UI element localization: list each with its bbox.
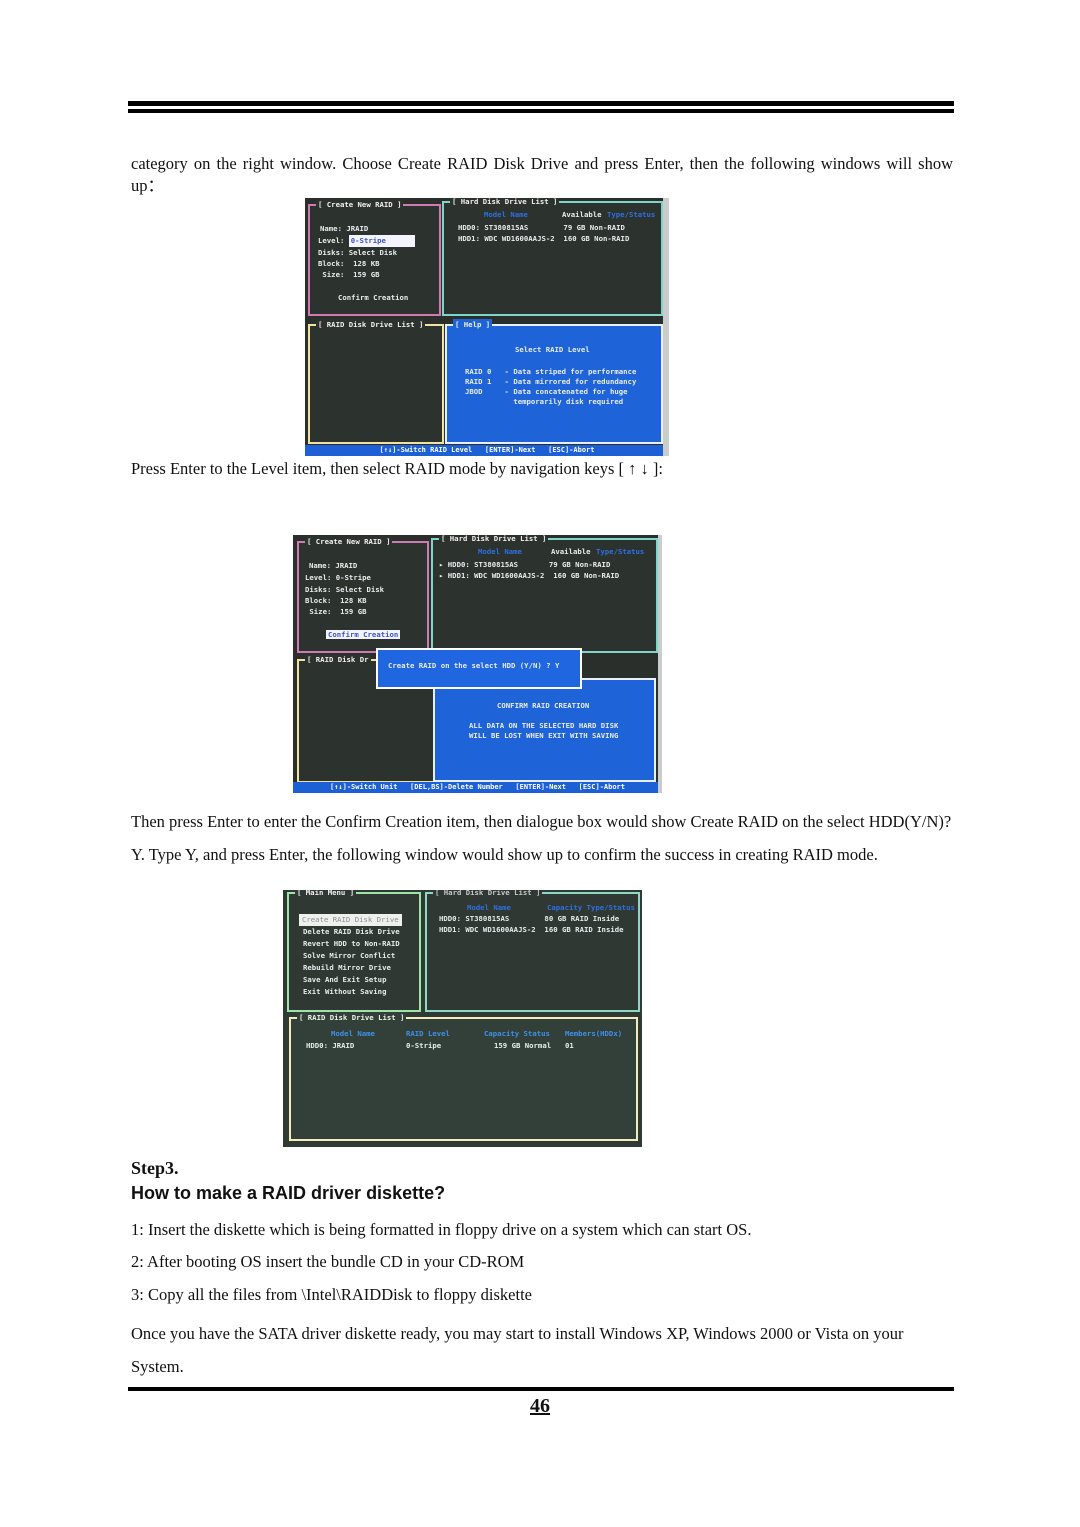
panel-title: [ RAID Disk Dr (305, 654, 371, 666)
hdd-row: HDD1: WDC WD1600AAJS-2 160 GB Non-RAID (458, 234, 630, 243)
panel-title: [ RAID Disk Drive List ] (297, 1012, 407, 1024)
field-size: Size: 159 GB (318, 270, 380, 279)
caption-level-select: Press Enter to the Level item, then sele… (131, 459, 663, 478)
dialog-prompt[interactable]: Create RAID on the select HDD (Y/N) ? Y (388, 660, 559, 672)
menu-item-delete-raid[interactable]: Delete RAID Disk Drive (303, 926, 400, 938)
monitor-bezel (663, 198, 669, 456)
caption-confirm-creation: Then press Enter to enter the Confirm Cr… (131, 812, 952, 864)
closing-paragraph: Once you have the SATA driver diskette r… (131, 1324, 904, 1376)
panel-title: [ Main Menu ] (295, 890, 357, 899)
menu-item-create-raid[interactable]: Create RAID Disk Drive (299, 914, 402, 926)
main-menu-panel: [ Main Menu ] Create RAID Disk Drive Del… (287, 890, 421, 1012)
menu-item-revert-hdd[interactable]: Revert HDD to Non-RAID (303, 938, 400, 950)
raid-row-name: HDD0: JRAID (306, 1041, 355, 1050)
monitor-bezel (658, 535, 662, 793)
field-level-label: Level: (318, 236, 345, 245)
field-block: Block: 128 KB (305, 596, 367, 605)
create-new-raid-panel: [ Create New RAID ] Name: JRAID Level: 0… (308, 199, 441, 316)
field-level-value[interactable]: 0-Stripe (348, 235, 415, 247)
hard-disk-drive-list-panel: [ Hard Disk Drive List ] Model Name Avai… (442, 198, 663, 316)
footer-rule (128, 1387, 954, 1391)
panel-title: [ Help ] (453, 319, 493, 331)
raid-row-capacity-status: 159 GB Normal (494, 1041, 552, 1050)
intro-paragraph: category on the right window. Choose Cre… (131, 154, 953, 195)
confirm-creation-item[interactable]: Confirm Creation (338, 292, 408, 304)
bios-screenshot-raid-created: [ Main Menu ] Create RAID Disk Drive Del… (283, 890, 642, 1147)
hard-disk-drive-list-panel: [ Hard Disk Drive List ] Model Name Avai… (431, 535, 658, 653)
step-item: 2: After booting OS insert the bundle CD… (131, 1252, 525, 1271)
menu-item-exit-no-save[interactable]: Exit Without Saving (303, 986, 386, 998)
col-type-status: Type/Status (607, 210, 656, 219)
menu-item-save-exit[interactable]: Save And Exit Setup (303, 974, 386, 986)
field-size: Size: 159 GB (305, 607, 367, 616)
help-heading: Select RAID Level (515, 345, 590, 354)
menu-item-solve-mirror[interactable]: Solve Mirror Conflict (303, 950, 395, 962)
col-model-name: Model Name (331, 1029, 375, 1038)
warning-panel: CONFIRM RAID CREATION ALL DATA ON THE SE… (433, 678, 656, 782)
panel-title: [ Create New RAID ] (316, 199, 404, 211)
col-available: Available (551, 547, 591, 556)
confirm-dialog: Create RAID on the select HDD (Y/N) ? Y (376, 648, 582, 689)
confirm-creation-item[interactable]: Confirm Creation (326, 630, 401, 639)
col-capacity-status: Capacity Status (484, 1029, 550, 1038)
raid-row-members: 01 (565, 1041, 574, 1050)
raid-disk-drive-list-panel: [ RAID Disk Drive List ] (308, 319, 444, 444)
panel-title: [ Create New RAID ] (305, 536, 393, 548)
field-level[interactable]: Level: 0-Stripe (318, 235, 415, 247)
hdd-row[interactable]: ▸ HDD1: WDC WD1600AAJS-2 160 GB Non-RAID (439, 570, 619, 582)
section-heading: How to make a RAID driver diskette? (131, 1183, 446, 1203)
create-new-raid-panel: [ Create New RAID ] Name: JRAID Level: 0… (297, 536, 429, 653)
warning-line: WILL BE LOST WHEN EXIT WITH SAVING (469, 731, 619, 740)
raid-row-level: 0-Stripe (406, 1041, 442, 1050)
bios-screenshot-confirm-creation: [ Create New RAID ] Name: JRAID Level: 0… (293, 535, 662, 793)
step-item: 1: Insert the diskette which is being fo… (131, 1220, 752, 1239)
warning-heading: CONFIRM RAID CREATION (497, 701, 590, 710)
field-level: Level: 0-Stripe (305, 573, 371, 582)
key-help-statusbar: [↑↓]-Switch Unit [DEL,BS]-Delete Number … (293, 782, 662, 793)
hard-disk-drive-list-panel: [ Hard Disk Drive List ] Model Name Capa… (425, 890, 640, 1012)
step-label: Step3. (131, 1158, 179, 1178)
field-name: Name: JRAID (320, 224, 369, 233)
field-disks: Disks: Select Disk (318, 248, 398, 257)
panel-title: [ Hard Disk Drive List ] (433, 890, 543, 899)
col-type-status: Type/Status (596, 547, 645, 556)
col-members: Members(HDDx) (565, 1029, 623, 1038)
hdd-row: HDD1: WDC WD1600AAJS-2 160 GB RAID Insid… (439, 925, 624, 934)
help-panel: [ Help ] Select RAID Level RAID 0 - Data… (445, 319, 663, 444)
panel-title: [ RAID Disk Drive List ] (316, 319, 426, 331)
step-item: 3: Copy all the files from \Intel\RAIDDi… (131, 1285, 532, 1304)
panel-title: [ Hard Disk Drive List ] (450, 198, 560, 208)
field-block: Block: 128 KB (318, 259, 380, 268)
page-number: 46 (530, 1395, 550, 1417)
panel-title: [ Hard Disk Drive List ] (439, 535, 549, 545)
header-rule-thick (128, 101, 954, 106)
hdd-row: HDD0: ST380815AS 79 GB Non-RAID (458, 223, 625, 232)
bios-screenshot-create-raid: [ Create New RAID ] Name: JRAID Level: 0… (305, 198, 669, 456)
header-rule-thin (128, 109, 954, 113)
col-capacity-type: Capacity Type/Status (547, 903, 635, 912)
col-raid-level: RAID Level (406, 1029, 450, 1038)
field-name: Name: JRAID (309, 561, 358, 570)
hdd-row: HDD0: ST380815AS 80 GB RAID Inside (439, 914, 620, 923)
col-available: Available (562, 210, 602, 219)
field-disks: Disks: Select Disk (305, 585, 385, 594)
raid-disk-drive-list-panel: [ RAID Disk Drive List ] Model Name RAID… (289, 1012, 638, 1141)
key-help-statusbar: [↑↓]-Switch RAID Level [ENTER]-Next [ESC… (305, 445, 669, 456)
col-model-name: Model Name (484, 210, 528, 219)
col-model-name: Model Name (478, 547, 522, 556)
hdd-row[interactable]: ▸ HDD0: ST380815AS 79 GB Non-RAID (439, 559, 610, 571)
help-line: temporarily disk required (465, 397, 624, 406)
col-model-name: Model Name (467, 903, 511, 912)
menu-item-rebuild-mirror[interactable]: Rebuild Mirror Drive (303, 962, 391, 974)
